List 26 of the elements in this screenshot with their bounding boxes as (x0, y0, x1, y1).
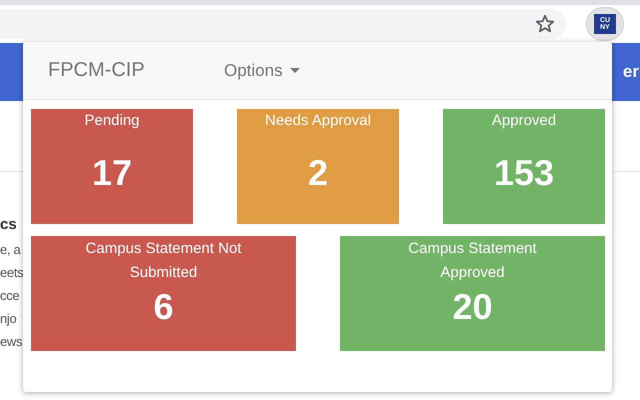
options-menu[interactable]: Options (200, 60, 300, 80)
page-text: njo (0, 311, 16, 328)
page-heading: cs (0, 216, 17, 235)
tile-count: 6 (153, 289, 174, 325)
page-text: e, a (0, 242, 20, 259)
status-tile[interactable]: Needs Approval 2 (237, 109, 399, 224)
star-icon[interactable] (534, 13, 556, 35)
page-text: eets (0, 265, 24, 282)
tile-label: Campus Statement Approved (407, 239, 538, 283)
status-tile[interactable]: Approved 153 (443, 109, 605, 224)
status-tile[interactable]: Campus Statement Not Submitted 6 (31, 236, 296, 351)
tile-label: Approved (492, 111, 556, 131)
banner-text: er (622, 62, 639, 82)
tile-label: Needs Approval (265, 111, 371, 131)
tile-count: 2 (308, 155, 328, 191)
tile-count: 153 (494, 155, 554, 191)
caret-icon (290, 68, 300, 74)
status-tile[interactable]: Pending 17 (31, 109, 193, 224)
page-text: ews (0, 334, 22, 351)
status-tile[interactable]: Campus Statement Approved 20 (340, 236, 605, 351)
tile-count: 17 (92, 155, 132, 191)
tile-label: Campus Statement Not Submitted (84, 239, 242, 283)
popup-title: FPCM-CIP (48, 59, 146, 82)
tile-label: Pending (84, 111, 140, 131)
page-text: cce (0, 288, 20, 305)
tile-count: 20 (452, 289, 493, 325)
